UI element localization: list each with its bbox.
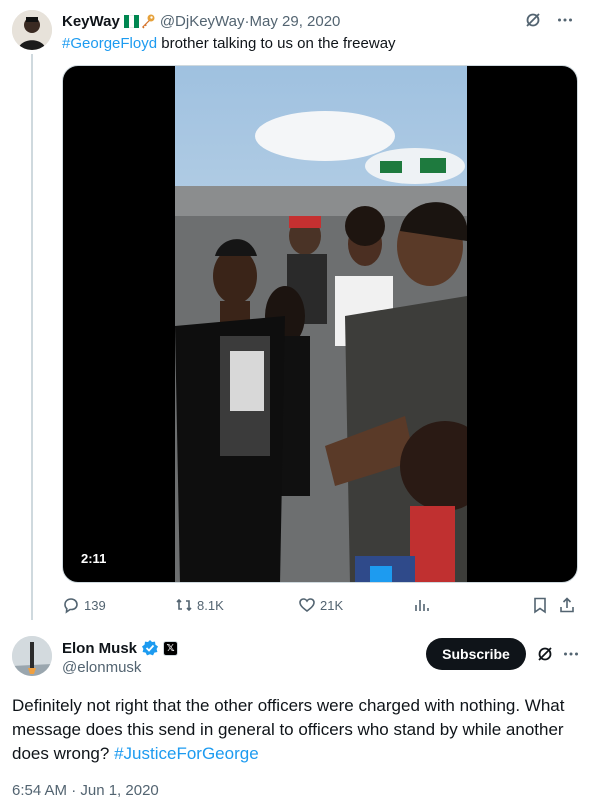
keyway-avatar-image	[12, 10, 52, 50]
reply-icon	[64, 598, 78, 614]
tweet-body: Definitely not right that the other offi…	[12, 694, 582, 766]
grok-icon[interactable]	[524, 11, 542, 29]
avatar[interactable]	[12, 10, 52, 50]
bookmark-icon	[534, 597, 546, 614]
x-affiliation-icon[interactable]: 𝕏	[163, 640, 179, 656]
bookmark-button[interactable]	[531, 593, 549, 617]
thread-connector-line	[31, 54, 33, 620]
author-name[interactable]: Elon Musk	[62, 640, 137, 657]
elon-avatar-image	[12, 636, 52, 676]
tweet-timestamp[interactable]: 6:54 AM · Jun 1, 2020	[12, 782, 159, 799]
analytics-icon	[415, 600, 429, 611]
more-options-icon[interactable]	[556, 11, 574, 29]
quoted-tweet-text: #GeorgeFloyd brother talking to us on th…	[62, 34, 396, 54]
video-player[interactable]: 2:11	[62, 65, 578, 583]
tweet-text: brother talking to us on the freeway	[157, 35, 396, 52]
repost-button[interactable]: 8.1K	[175, 593, 224, 617]
key-icon	[141, 14, 155, 29]
like-button[interactable]: 21K	[298, 593, 343, 617]
author-name[interactable]: KeyWay	[62, 13, 120, 30]
repost-count: 8.1K	[197, 597, 224, 613]
more-options-icon[interactable]	[562, 645, 580, 663]
share-button[interactable]	[558, 593, 576, 617]
subscribe-button[interactable]: Subscribe	[426, 638, 526, 670]
author-handle[interactable]: @elonmusk	[62, 659, 141, 676]
reply-button[interactable]: 139	[62, 593, 106, 617]
heart-icon	[299, 598, 315, 613]
video-duration: 2:11	[75, 548, 113, 569]
author-name-row: Elon Musk 𝕏	[62, 639, 179, 657]
author-handle[interactable]: @DjKeyWay	[160, 13, 245, 30]
grok-icon[interactable]	[536, 645, 554, 663]
share-icon	[560, 597, 574, 613]
reply-count: 139	[84, 597, 106, 613]
like-count: 21K	[320, 597, 344, 613]
hashtag-link[interactable]: #GeorgeFloyd	[62, 35, 157, 52]
nigeria-flag-icon	[123, 14, 139, 28]
hashtag-link[interactable]: #JusticeForGeorge	[114, 744, 259, 763]
repost-icon	[176, 598, 192, 612]
avatar[interactable]	[12, 636, 52, 676]
quoted-tweet-header: KeyWay @DjKeyWay · May 29, 2020	[62, 11, 574, 31]
tweet-date[interactable]: May 29, 2020	[250, 13, 341, 30]
tweet-text: Definitely not right that the other offi…	[12, 696, 565, 763]
video-frame	[175, 66, 467, 582]
views-button[interactable]	[413, 593, 431, 617]
verified-badge-icon[interactable]	[141, 639, 159, 657]
tweet-actions: 139 8.1K 21K	[62, 593, 578, 617]
